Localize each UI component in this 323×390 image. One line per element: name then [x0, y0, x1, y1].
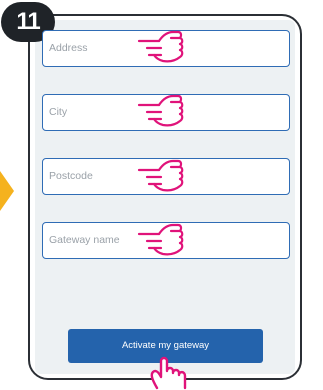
gateway-name-placeholder: Gateway name	[49, 234, 120, 246]
pointing-hand-icon	[137, 159, 184, 192]
city-placeholder: City	[49, 106, 68, 118]
pointing-hand-icon	[137, 94, 184, 127]
arrow-right-icon	[0, 171, 14, 211]
postcode-placeholder: Postcode	[49, 170, 93, 182]
pointing-hand-icon	[137, 30, 184, 63]
click-hand-icon	[150, 356, 187, 390]
phone-screen	[35, 20, 295, 374]
address-placeholder: Address	[49, 42, 88, 54]
pointing-hand-icon	[137, 223, 184, 256]
